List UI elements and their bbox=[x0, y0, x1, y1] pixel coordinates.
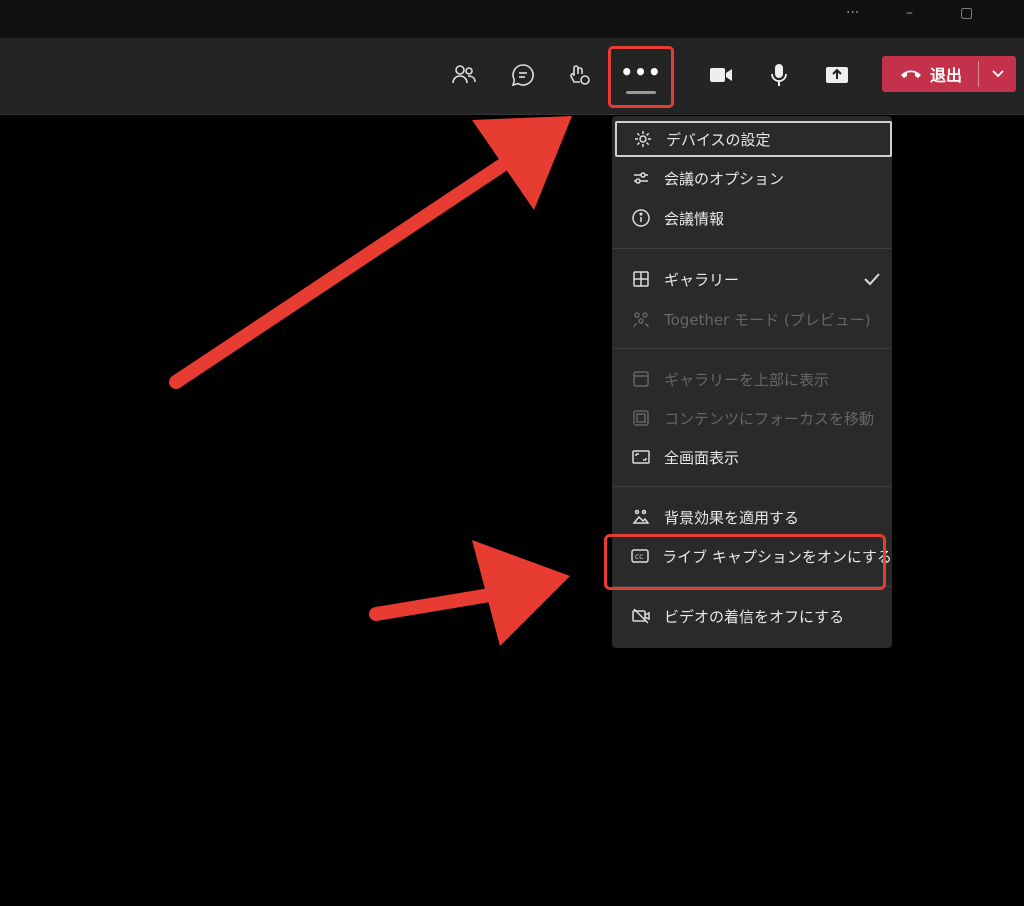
share-button[interactable] bbox=[820, 58, 854, 92]
menu-item-label: デバイスの設定 bbox=[666, 130, 771, 149]
menu-separator bbox=[612, 348, 892, 349]
arrow-to-more-button bbox=[169, 116, 572, 389]
share-icon bbox=[826, 67, 848, 83]
video-off-icon bbox=[630, 605, 652, 627]
title-bar: ··· – ▢ bbox=[0, 0, 1024, 38]
menu-item-focus-content[interactable]: コンテンツにフォーカスを移動 bbox=[612, 400, 892, 436]
sliders-icon bbox=[630, 167, 652, 189]
menu-separator bbox=[612, 486, 892, 487]
hang-up-icon bbox=[901, 70, 921, 78]
gear-icon bbox=[632, 128, 654, 150]
checkmark-icon bbox=[864, 273, 880, 286]
focus-icon bbox=[630, 407, 652, 429]
background-effects-icon bbox=[630, 506, 652, 528]
microphone-icon bbox=[771, 64, 787, 86]
menu-separator bbox=[612, 248, 892, 249]
menu-item-label: Together モード (プレビュー) bbox=[664, 310, 871, 329]
menu-item-label: ギャラリー bbox=[664, 270, 740, 289]
fullscreen-icon bbox=[630, 446, 652, 468]
menu-item-video-off[interactable]: ビデオの着信をオフにする bbox=[612, 598, 892, 634]
camera-icon bbox=[710, 68, 732, 82]
reactions-button[interactable] bbox=[562, 58, 596, 92]
menu-item-device-settings[interactable]: デバイスの設定 bbox=[615, 121, 892, 157]
chat-button[interactable] bbox=[506, 58, 540, 92]
menu-item-label: 背景効果を適用する bbox=[664, 508, 800, 527]
microphone-button[interactable] bbox=[762, 58, 796, 92]
restore-button[interactable]: ▢ bbox=[960, 4, 973, 22]
reactions-icon bbox=[570, 65, 590, 85]
participants-icon bbox=[452, 65, 476, 84]
minimize-button[interactable]: – bbox=[906, 4, 913, 22]
menu-item-gallery[interactable]: ギャラリー bbox=[612, 261, 892, 297]
leave-main-button[interactable]: 退出 bbox=[882, 56, 978, 92]
chevron-down-icon bbox=[991, 70, 1004, 78]
more-actions-button[interactable]: ••• bbox=[608, 46, 674, 108]
participants-button[interactable] bbox=[447, 58, 481, 92]
menu-item-fullscreen[interactable]: 全画面表示 bbox=[612, 439, 892, 475]
arrow-to-captions-item bbox=[369, 540, 570, 646]
menu-item-meeting-options[interactable]: 会議のオプション bbox=[612, 160, 892, 196]
gallery-icon bbox=[630, 268, 652, 290]
menu-item-gallery-top[interactable]: ギャラリーを上部に表示 bbox=[612, 361, 892, 397]
active-indicator bbox=[626, 90, 656, 94]
leave-button[interactable]: 退出 bbox=[882, 56, 1016, 92]
together-icon bbox=[630, 308, 652, 330]
camera-button[interactable] bbox=[704, 58, 738, 92]
info-icon bbox=[630, 207, 652, 229]
leave-options-button[interactable] bbox=[979, 56, 1016, 92]
meeting-toolbar: ••• 退出 bbox=[0, 38, 1024, 115]
menu-item-label: ギャラリーを上部に表示 bbox=[664, 370, 830, 389]
menu-item-label: 会議のオプション bbox=[664, 169, 785, 188]
menu-item-label: 会議情報 bbox=[664, 209, 725, 228]
window-more-icon[interactable]: ··· bbox=[846, 4, 859, 22]
menu-item-label: ビデオの着信をオフにする bbox=[664, 607, 845, 626]
menu-item-together-mode[interactable]: Together モード (プレビュー) bbox=[612, 301, 892, 337]
menu-item-label: 全画面表示 bbox=[664, 448, 740, 467]
menu-item-background-effects[interactable]: 背景効果を適用する bbox=[612, 499, 892, 535]
chat-icon bbox=[511, 64, 534, 87]
leave-label: 退出 bbox=[930, 66, 963, 85]
captions-highlight-box bbox=[604, 534, 886, 590]
menu-item-label: コンテンツにフォーカスを移動 bbox=[664, 409, 875, 428]
more-icon: ••• bbox=[620, 59, 662, 84]
gallery-top-icon bbox=[630, 368, 652, 390]
menu-item-meeting-info[interactable]: 会議情報 bbox=[612, 200, 892, 236]
